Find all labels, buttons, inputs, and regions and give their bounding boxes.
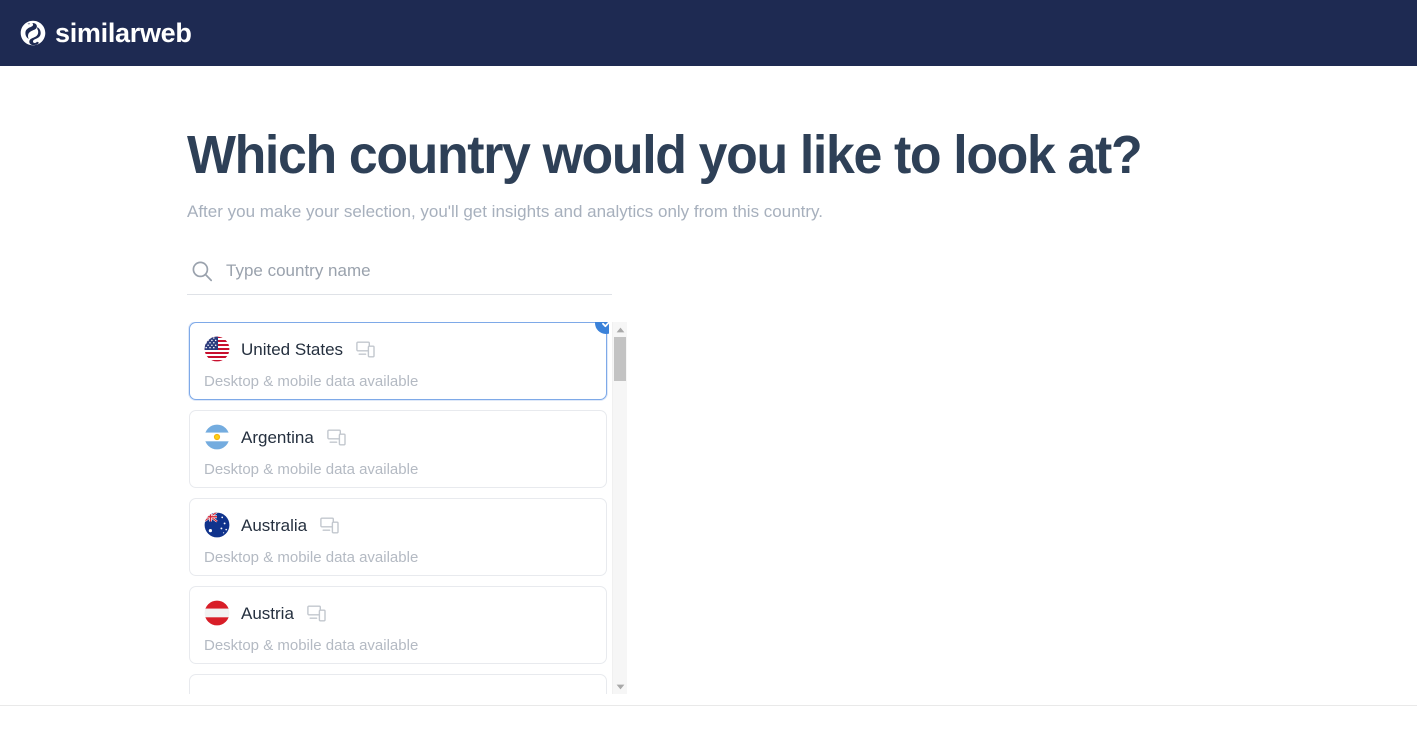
search-icon: [192, 261, 213, 282]
scroll-up-button[interactable]: [613, 322, 627, 337]
country-name: Argentina: [241, 427, 314, 447]
flag-united-states: [204, 336, 230, 362]
country-list: United States Desktop & mobile data avai…: [187, 322, 609, 695]
flag-austria: [204, 600, 230, 626]
list-item-header: Argentina: [204, 423, 592, 451]
brand-logo[interactable]: similarweb: [20, 17, 192, 48]
country-name: United States: [241, 339, 344, 359]
country-list-region: United States Desktop & mobile data avai…: [187, 322, 627, 695]
brand-name: similarweb: [55, 17, 192, 48]
check-icon: [601, 322, 609, 327]
flag-argentina: [204, 424, 230, 450]
list-item-header: Australia: [204, 511, 592, 539]
country-search[interactable]: [187, 260, 612, 296]
chevron-up-icon: [616, 327, 624, 333]
list-item[interactable]: United States Desktop & mobile data avai…: [189, 322, 609, 401]
list-item[interactable]: Austria Desktop & mobile data available: [189, 586, 607, 665]
list-item-header: Austria: [204, 599, 592, 627]
availability-label: Desktop & mobile data available: [204, 373, 419, 391]
scrollbar-thumb[interactable]: [614, 337, 626, 382]
page-content: Which country would you like to look at?…: [0, 126, 1417, 729]
country-name: Australia: [241, 515, 308, 535]
chevron-down-icon: [616, 684, 624, 690]
desktop-mobile-icon: [307, 605, 326, 622]
search-input[interactable]: [226, 261, 610, 282]
status-badge: [595, 322, 609, 335]
list-item-header: United States: [204, 335, 592, 363]
similarweb-logo-icon: [20, 20, 46, 46]
availability-label: Desktop & mobile data available: [204, 549, 419, 567]
desktop-mobile-icon: [356, 341, 375, 358]
list-item[interactable]: Argentina Desktop & mobile data availabl…: [189, 410, 607, 489]
desktop-mobile-icon: [326, 429, 346, 446]
availability-label: Desktop & mobile data available: [204, 637, 419, 655]
country-list-scrollbar[interactable]: [612, 322, 627, 695]
app-header: similarweb: [0, 0, 1417, 66]
list-item[interactable]: [189, 674, 607, 695]
bottom-divider: [0, 705, 1417, 706]
desktop-mobile-icon: [320, 517, 339, 534]
page-title: Which country would you like to look at?: [187, 125, 1143, 185]
list-item[interactable]: Australia Desktop & mobile data availabl…: [189, 498, 607, 577]
scroll-down-button[interactable]: [613, 679, 627, 694]
page-subtitle: After you make your selection, you'll ge…: [187, 202, 824, 222]
availability-label: Desktop & mobile data available: [204, 461, 419, 479]
country-name: Austria: [241, 603, 294, 623]
flag-australia: [204, 512, 230, 538]
